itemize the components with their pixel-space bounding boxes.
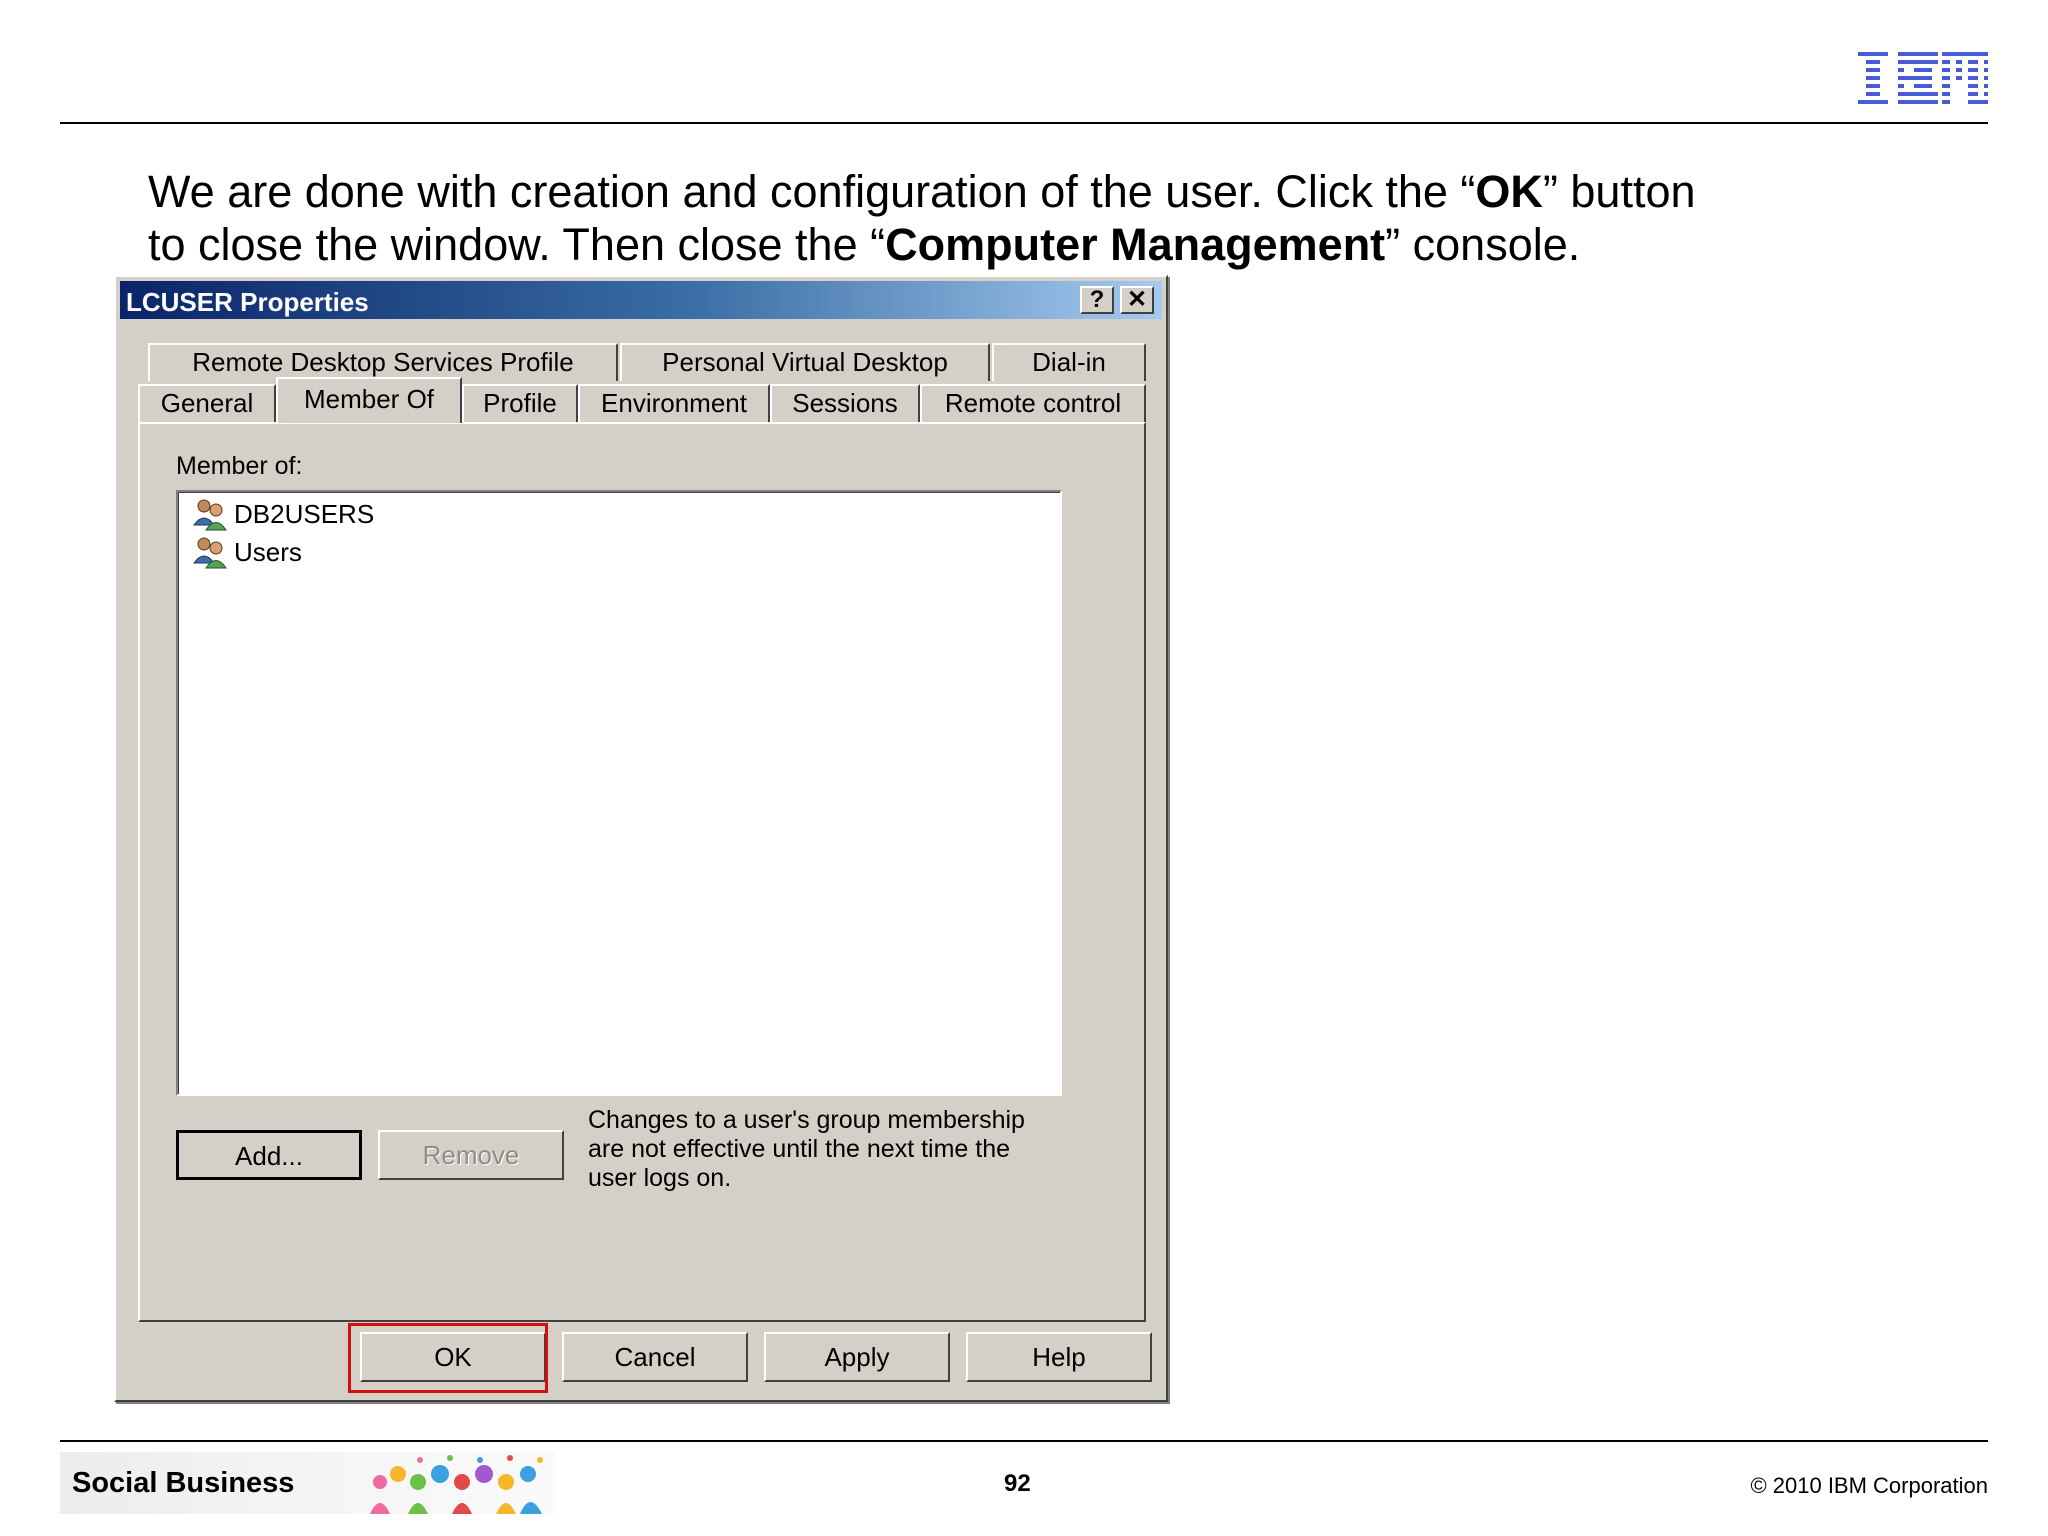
dialog-title: LCUSER Properties [126,287,369,317]
group-icon [193,537,227,569]
instruction-line-2: to close the window. Then close the “Com… [148,219,1581,270]
member-of-label: Member of: [176,452,303,480]
membership-note: Changes to a user's group membership are… [588,1106,1025,1192]
cancel-button[interactable]: Cancel [562,1332,748,1382]
instruction-line-1: We are done with creation and configurat… [148,166,1696,217]
copyright-text: © 2010 IBM Corporation [1750,1473,1988,1498]
add-button[interactable]: Add... [176,1130,362,1180]
tab-environment[interactable]: Environment [578,384,770,422]
dialog-titlebar[interactable]: LCUSER Properties ? ✕ [120,281,1162,319]
group-name: DB2USERS [234,498,375,529]
social-business-banner: Social Business [60,1452,555,1514]
properties-dialog: LCUSER Properties ? ✕ Remote Desktop Ser… [114,275,1168,1402]
header-rule [60,122,1988,124]
page-number: 92 [1004,1470,1031,1497]
tab-dial-in[interactable]: Dial-in [992,343,1146,381]
tab-remote-desktop-services-profile[interactable]: Remote Desktop Services Profile [148,343,618,381]
list-item[interactable]: DB2USERS [192,496,374,532]
ok-highlight-box [348,1323,548,1393]
apply-button[interactable]: Apply [764,1332,950,1382]
tab-general[interactable]: General [138,384,276,422]
instruction-text: We are done with creation and configurat… [148,165,1798,271]
banner-label: Social Business [72,1467,295,1499]
help-button[interactable]: Help [966,1332,1152,1382]
ibm-logo [1858,52,1988,106]
tab-personal-virtual-desktop[interactable]: Personal Virtual Desktop [620,343,990,381]
tab-remote-control[interactable]: Remote control [920,384,1146,422]
tab-member-of[interactable]: Member Of [276,377,462,423]
help-icon[interactable]: ? [1080,286,1114,314]
list-item[interactable]: Users [192,534,302,570]
footer-rule [60,1440,1988,1442]
group-listbox[interactable]: DB2USERS Users [176,490,1062,1096]
close-icon[interactable]: ✕ [1120,286,1154,314]
remove-button[interactable]: Remove [378,1130,564,1180]
tab-sessions[interactable]: Sessions [770,384,920,422]
group-icon [193,499,227,531]
people-graphic [370,1455,543,1514]
group-name: Users [234,536,302,567]
tab-profile[interactable]: Profile [462,384,578,422]
